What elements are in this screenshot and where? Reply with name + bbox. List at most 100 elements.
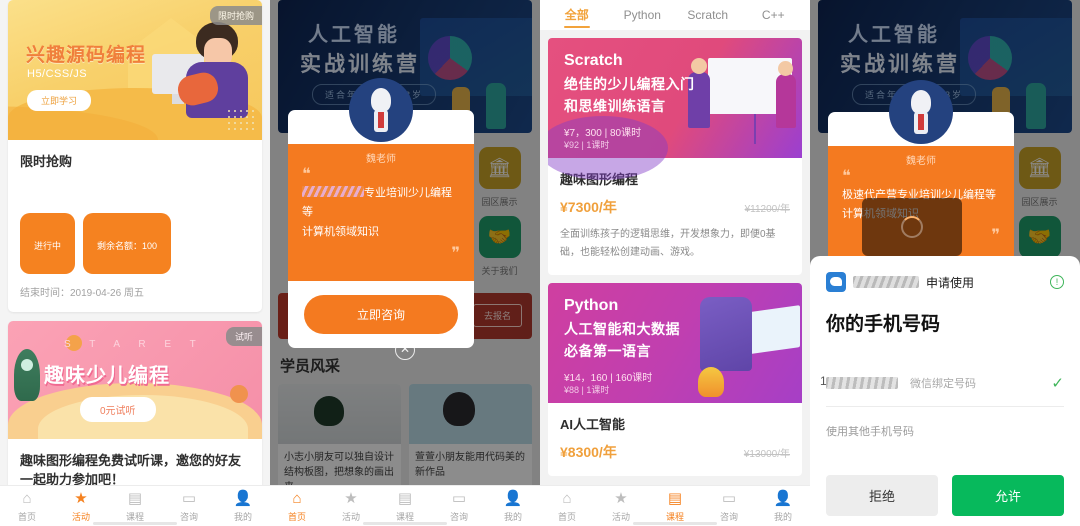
screenshot-stage: 兴趣源码编程 H5/CSS/JS 立即学习 限时抢购 限时抢购 进行中 剩余名额…: [0, 0, 1080, 526]
auth-title: 你的手机号码: [826, 314, 941, 335]
star-icon: ★: [74, 490, 88, 507]
wechat-auth-sheet: 申请使用 ! 你的手机号码 微信绑定号码 ✓ 使用其他手机号码 拒绝 允许: [810, 256, 1080, 526]
panel-home-with-modal: 人工智能 实战训练营 适合年龄：8—18岁 🧩 样品展 📚 课程 👤 师资: [270, 0, 540, 526]
banner-badge: 试听: [225, 327, 262, 346]
nav-item-courses[interactable]: ▤ 课程: [108, 486, 162, 526]
card-heading: 限时抢购: [20, 154, 73, 169]
auth-app-row: 申请使用 !: [826, 272, 1064, 292]
loading-overlay: [862, 198, 962, 256]
nav-item-activities[interactable]: ★ 活动: [324, 486, 378, 526]
chat-icon: ▭: [181, 490, 197, 507]
teacher-avatar: [349, 78, 413, 142]
nav-label: 课程: [395, 512, 414, 522]
spinner-icon: [901, 216, 923, 238]
promo-card-body: 限时抢购 进行中 剩余名额：100 结束时间：2019-04-26 周五: [8, 140, 262, 312]
phone-source-label: 微信绑定号码: [910, 378, 976, 390]
course-description: 全面训练孩子的逻辑思维，开发想象力，即便0基础，也能轻松创建动画、游戏。: [560, 229, 776, 258]
phone-option-row[interactable]: 微信绑定号码 ✓: [820, 374, 1064, 407]
allow-button[interactable]: 允许: [952, 475, 1064, 516]
nav-label: 我的: [233, 512, 252, 522]
close-icon[interactable]: ✕: [395, 340, 415, 360]
course-banner-python: Python 人工智能和大数据 必备第一语言 ¥14，160 | 160课时 ¥…: [548, 283, 802, 403]
tab-all[interactable]: 全部: [544, 0, 610, 30]
nav-label: 我的: [503, 512, 522, 522]
banner-line-2: 和思维训练语言: [564, 98, 666, 114]
nav-label: 课程: [125, 512, 144, 522]
nav-item-home[interactable]: ⌂ 首页: [0, 486, 54, 526]
nav-label: 首页: [17, 512, 36, 522]
nav-item-consult[interactable]: ▭ 咨询: [162, 486, 216, 526]
status-badge: 进行中: [20, 213, 76, 274]
home-icon: ⌂: [292, 490, 302, 507]
tripod-icon: [754, 114, 756, 144]
user-icon: 👤: [773, 490, 793, 507]
home-icon: ⌂: [22, 490, 32, 507]
check-icon: ✓: [1051, 375, 1064, 392]
audience-figure: [776, 61, 796, 128]
card-pill-row: 进行中 剩余名额：100: [20, 179, 250, 274]
tab-python[interactable]: Python: [610, 0, 676, 30]
auth-button-row: 拒绝 允许: [826, 475, 1064, 516]
tab-scratch[interactable]: Scratch: [675, 0, 741, 30]
banner-cta-button[interactable]: 立即学习: [27, 90, 92, 111]
info-icon[interactable]: !: [1050, 275, 1064, 289]
banner-source-code[interactable]: 兴趣源码编程 H5/CSS/JS 立即学习 限时抢购: [8, 0, 262, 140]
book-illustration: [744, 305, 800, 355]
course-card[interactable]: Python 人工智能和大数据 必备第一语言 ¥14，160 | 160课时 ¥…: [548, 283, 802, 476]
redacted-text: [302, 185, 364, 197]
course-price-row: ¥7300/年 ¥11200/年: [560, 197, 790, 217]
book-icon: ▤: [397, 490, 413, 507]
nav-label: 咨询: [449, 512, 468, 522]
consult-modal: 魏老师 ❝ 专业培训少儿编程等 计算机领域知识 ❞ 立即咨询: [288, 78, 474, 348]
tab-cpp[interactable]: C++: [741, 0, 807, 30]
consult-now-button[interactable]: 立即咨询: [304, 294, 458, 334]
nav-label: 首页: [287, 512, 306, 522]
course-filter-tabs: 全部 Python Scratch C++: [540, 0, 810, 30]
star-icon: ★: [344, 490, 358, 507]
use-other-number-link[interactable]: 使用其他手机号码: [826, 423, 1064, 439]
quote-open-icon: ❝: [842, 168, 851, 185]
price-original: ¥11200/年: [744, 204, 790, 215]
nav-label: 活动: [71, 512, 90, 522]
user-icon: 👤: [503, 490, 523, 507]
nav-item-courses[interactable]: ▤ 课程: [378, 486, 432, 526]
chair-illustration: [700, 297, 752, 371]
nav-label: 咨询: [719, 512, 738, 522]
course-card[interactable]: Scratch 绝佳的少儿编程入门 和思维训练语言 ¥7，300 | 80课时 …: [548, 38, 802, 275]
modal-text-line-2: 计算机领域知识: [302, 226, 379, 239]
nav-item-profile[interactable]: 👤 我的: [216, 486, 270, 526]
deny-button[interactable]: 拒绝: [826, 475, 938, 516]
panel-activities: 兴趣源码编程 H5/CSS/JS 立即学习 限时抢购 限时抢购 进行中 剩余名额…: [0, 0, 270, 526]
chat-icon: ▭: [721, 490, 737, 507]
banner-cta-button[interactable]: 0元试听: [80, 397, 156, 422]
bottom-nav: ⌂ 首页 ★ 活动 ▤ 课程 ▭ 咨询 👤 我的: [540, 485, 810, 526]
nav-label: 咨询: [179, 512, 198, 522]
banner-letters: S T A R E T: [64, 339, 204, 350]
promo-card-source-code[interactable]: 兴趣源码编程 H5/CSS/JS 立即学习 限时抢购 限时抢购 进行中 剩余名额…: [8, 0, 262, 312]
nav-item-consult[interactable]: ▭ 咨询: [702, 486, 756, 526]
nav-item-home[interactable]: ⌂ 首页: [270, 486, 324, 526]
banner-badge: 限时抢购: [209, 6, 262, 25]
banner-title: 趣味少儿编程: [44, 365, 170, 387]
course-name: AI人工智能: [560, 417, 626, 432]
panel-courses: 全部 Python Scratch C++ Scratch 绝佳的少儿编程入门 …: [540, 0, 810, 526]
nav-item-courses[interactable]: ▤ 课程: [648, 486, 702, 526]
banner-kids-coding[interactable]: S T A R E T 趣味少儿编程 0元试听 试听: [8, 321, 262, 439]
banner-title: Scratch: [564, 52, 623, 69]
nav-item-activities[interactable]: ★ 活动: [594, 486, 648, 526]
course-banner-scratch: Scratch 绝佳的少儿编程入门 和思维训练语言 ¥7，300 | 80课时 …: [548, 38, 802, 180]
nav-item-activities[interactable]: ★ 活动: [54, 486, 108, 526]
banner-subtitle: H5/CSS/JS: [27, 68, 88, 80]
plant-icon: [698, 367, 724, 397]
nav-item-profile[interactable]: 👤 我的: [756, 486, 810, 526]
chat-icon: ▭: [451, 490, 467, 507]
nav-item-consult[interactable]: ▭ 咨询: [432, 486, 486, 526]
modal-text: 专业培训少儿编程等 计算机领域知识: [302, 184, 460, 243]
teacher-avatar: [889, 80, 953, 144]
nav-item-home[interactable]: ⌂ 首页: [540, 486, 594, 526]
book-icon: ▤: [127, 490, 143, 507]
star-icon: ★: [614, 490, 628, 507]
nav-item-profile[interactable]: 👤 我的: [486, 486, 540, 526]
banner-line-1: 绝佳的少儿编程入门: [564, 76, 695, 92]
banner-line-2: 必备第一语言: [564, 343, 651, 359]
